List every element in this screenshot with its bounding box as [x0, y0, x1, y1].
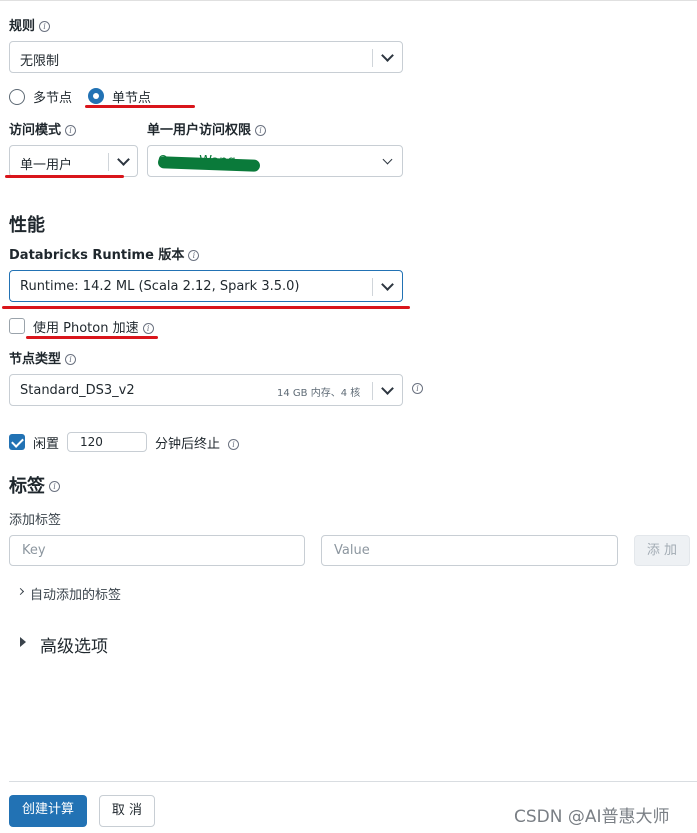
runtime-select[interactable]: Runtime: 14.2 ML (Scala 2.12, Spark 3.5.…	[9, 270, 403, 302]
select-separator	[372, 382, 373, 400]
tag-value-field[interactable]	[322, 536, 617, 565]
add-tag-label: 添加标签	[9, 513, 62, 528]
info-icon[interactable]: i	[65, 354, 77, 365]
info-icon[interactable]: i	[142, 323, 154, 334]
info-icon[interactable]: i	[39, 21, 51, 32]
chevron-down-icon	[382, 154, 393, 165]
performance-heading: 性能	[9, 215, 45, 236]
idle-label: 闲置	[33, 437, 60, 452]
info-icon[interactable]: i	[49, 481, 60, 492]
single-user-select[interactable]: Owen Wang	[147, 145, 403, 177]
radio-multi-node-label: 多节点	[33, 91, 73, 106]
photon-label: 使用 Photon 加速 i	[33, 317, 154, 336]
select-separator	[372, 278, 373, 296]
tags-heading: 标签 i	[9, 472, 60, 498]
access-mode-label: 访问模式 i	[9, 119, 77, 138]
create-compute-button[interactable]: 创建计算	[9, 795, 87, 827]
node-type-select-value: Standard_DS3_v2	[20, 383, 135, 398]
rules-select-value: 无限制	[20, 54, 60, 69]
tag-key-input[interactable]	[9, 535, 305, 566]
node-type-spec: 14 GB 内存、4 核	[277, 388, 361, 399]
top-divider	[0, 0, 697, 1]
info-icon[interactable]: i	[255, 125, 267, 136]
chevron-down-icon	[117, 153, 130, 166]
select-separator	[372, 49, 373, 67]
info-icon[interactable]: i	[188, 250, 200, 261]
idle-suffix: 分钟后终止 i	[155, 433, 240, 452]
cancel-button[interactable]: 取 消	[99, 795, 155, 827]
radio-single-node-label: 单节点	[112, 91, 152, 106]
node-type-select[interactable]: Standard_DS3_v2 14 GB 内存、4 核	[9, 374, 403, 406]
rules-label: 规则 i	[9, 15, 51, 34]
advanced-options-toggle[interactable]: 高级选项	[17, 632, 108, 657]
auto-tags-label: 自动添加的标签	[30, 588, 122, 603]
chevron-down-icon	[381, 382, 394, 395]
tag-key-field[interactable]	[10, 536, 304, 565]
runtime-label: Databricks Runtime 版本 i	[9, 244, 200, 263]
footer-divider	[9, 781, 697, 782]
redaction-scribble	[157, 156, 261, 172]
annotation-underline	[5, 175, 124, 178]
tag-value-input[interactable]	[321, 535, 618, 566]
single-user-label: 单一用户访问权限 i	[147, 119, 267, 138]
caret-right-icon	[20, 637, 26, 647]
photon-checkbox[interactable]	[9, 318, 25, 334]
annotation-underline	[85, 105, 195, 108]
info-icon[interactable]: i	[65, 125, 77, 136]
info-icon[interactable]: i	[228, 439, 240, 450]
watermark: CSDN @AI普惠大师	[514, 807, 670, 827]
chevron-right-icon	[16, 587, 25, 596]
annotation-underline	[26, 336, 158, 339]
rules-select[interactable]: 无限制	[9, 41, 403, 73]
access-mode-select-value: 单一用户	[20, 158, 73, 173]
idle-minutes-input[interactable]	[67, 432, 147, 452]
idle-checkbox[interactable]	[9, 434, 25, 450]
node-type-label: 节点类型 i	[9, 348, 77, 367]
add-tag-button[interactable]: 添 加	[634, 535, 690, 566]
chevron-down-icon	[381, 278, 394, 291]
info-icon[interactable]: i	[412, 383, 423, 394]
advanced-options-label: 高级选项	[40, 637, 108, 657]
annotation-underline	[2, 306, 410, 309]
idle-minutes-field[interactable]	[68, 433, 146, 451]
radio-multi-node[interactable]	[9, 89, 25, 105]
radio-single-node[interactable]	[88, 88, 104, 104]
runtime-select-value: Runtime: 14.2 ML (Scala 2.12, Spark 3.5.…	[20, 279, 300, 294]
access-mode-select[interactable]: 单一用户	[9, 145, 138, 177]
select-separator	[108, 153, 109, 171]
chevron-down-icon	[381, 49, 394, 62]
auto-tags-toggle[interactable]: 自动添加的标签	[16, 584, 122, 603]
